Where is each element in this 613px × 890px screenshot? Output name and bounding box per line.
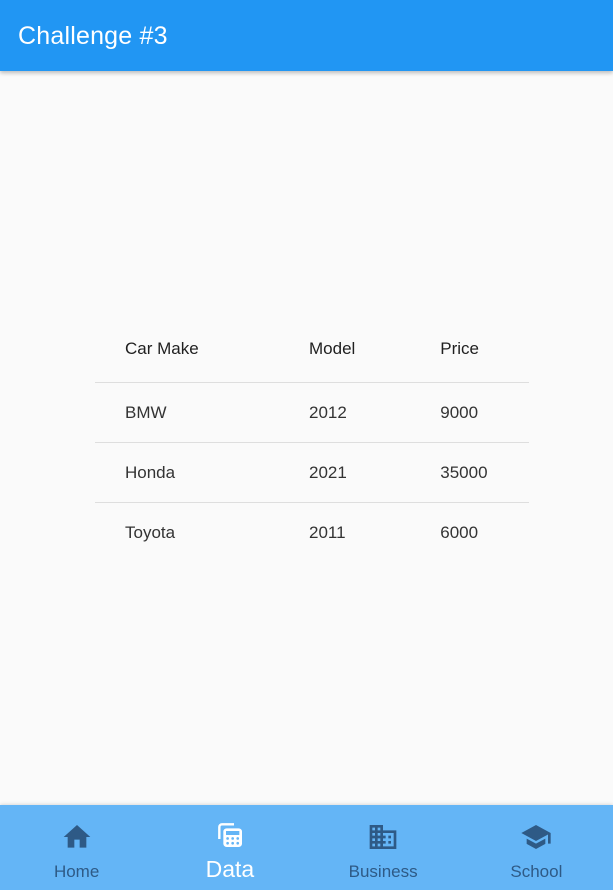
nav-label-business: Business bbox=[348, 862, 418, 881]
business-icon bbox=[367, 821, 399, 853]
cell-car-make: Honda bbox=[95, 442, 310, 503]
home-icon bbox=[61, 821, 93, 853]
main-content: Car Make Model Price BMW 2012 9000 Honda… bbox=[0, 71, 613, 805]
nav-label-home: Home bbox=[53, 862, 100, 881]
cell-price: 6000 bbox=[440, 522, 479, 542]
nav-label-school: School bbox=[510, 862, 563, 881]
nav-item-business[interactable]: Business bbox=[307, 805, 460, 890]
cell-model: 2021 bbox=[309, 442, 441, 503]
nav-item-school[interactable]: School bbox=[460, 805, 613, 890]
nav-item-data[interactable]: Data bbox=[153, 805, 306, 890]
table-row[interactable]: Honda 2021 35000 bbox=[95, 442, 529, 503]
column-header-price[interactable]: Price bbox=[440, 316, 529, 383]
table-row[interactable]: Toyota 2011 6000 bbox=[95, 503, 529, 563]
nav-label-data: Data bbox=[205, 856, 255, 882]
bottom-navigation-bar: Home Data Business School bbox=[0, 805, 613, 890]
school-icon bbox=[520, 821, 552, 853]
app-bar: Challenge #3 bbox=[0, 0, 613, 71]
nav-item-home[interactable]: Home bbox=[0, 805, 153, 890]
cell-car-make: BMW bbox=[95, 382, 310, 443]
table-header-row: Car Make Model Price bbox=[95, 316, 529, 383]
column-header-car-make[interactable]: Car Make bbox=[95, 316, 310, 383]
column-header-model[interactable]: Model bbox=[309, 316, 441, 383]
cars-data-table: Car Make Model Price BMW 2012 9000 Honda… bbox=[95, 316, 529, 562]
cell-price: 9000 bbox=[440, 382, 529, 443]
page-title: Challenge #3 bbox=[18, 22, 168, 50]
cell-model: 2012 bbox=[309, 382, 441, 443]
cell-car-make: Toyota bbox=[125, 522, 176, 542]
cell-price: 35000 bbox=[440, 442, 529, 503]
cell-model: 2011 bbox=[309, 522, 346, 542]
table-row[interactable]: BMW 2012 9000 bbox=[95, 382, 529, 443]
data-icon bbox=[214, 819, 246, 851]
